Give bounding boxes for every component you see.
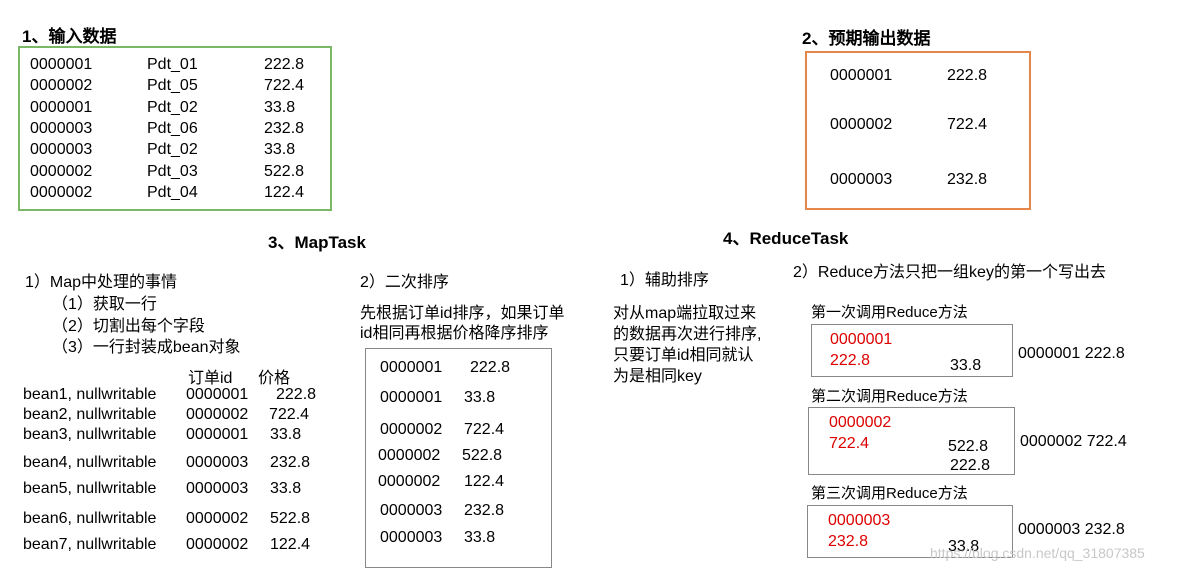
input-row-cell: 0000003	[30, 119, 93, 137]
output-row-cell: 232.8	[947, 171, 988, 188]
input-data-box: 0000001 Pdt_01 222.8 0000002 Pdt_05 722.4 0000…	[18, 46, 332, 211]
bean-row-cell: 0000002	[186, 536, 249, 553]
output-title: 2、预期输出数据	[802, 29, 931, 48]
sorted-row-cell: 0000003	[380, 502, 443, 519]
sorted-row-cell: 522.8	[462, 447, 503, 464]
bean-row-cell: 33.8	[270, 480, 302, 497]
maptask-title: 3、MapTask	[268, 233, 366, 252]
output-row-cell: 0000001	[830, 67, 893, 84]
input-row-cell: Pdt_03	[147, 162, 198, 180]
output-row-cell: 0000003	[830, 171, 893, 188]
bean-row-cell: 0000003	[186, 480, 249, 497]
output-row-cell: 222.8	[947, 67, 988, 84]
reduce-call-2-key: 0000002	[829, 414, 892, 431]
input-row-cell: 522.8	[264, 162, 305, 180]
bean-row-cell: bean3, nullwritable	[23, 426, 157, 443]
sorted-row-cell: 0000003	[380, 529, 443, 546]
reduce-call-2-first-value: 722.4	[829, 435, 870, 452]
input-row-cell: 0000002	[30, 77, 93, 95]
reduce-call-3-result: 0000003 232.8	[1018, 521, 1125, 538]
bean-row-cell: bean1, nullwritable	[23, 386, 157, 403]
reduce-step1-heading: 1）辅助排序	[620, 272, 709, 289]
col-header-price: 价格	[258, 370, 291, 387]
reduce-call-3-first-value: 232.8	[828, 533, 869, 550]
bean-row-cell: bean5, nullwritable	[23, 480, 157, 497]
output-data-box: 0000001 222.8 0000002 722.4 0000003 232.8	[805, 51, 1031, 210]
input-row-cell: 0000002	[30, 162, 93, 180]
bean-row-cell: bean7, nullwritable	[23, 536, 157, 553]
input-row-cell: Pdt_04	[147, 183, 198, 201]
watermark: https://blog.csdn.net/qq_31807385	[930, 545, 1145, 561]
sorted-row-cell: 122.4	[464, 473, 505, 490]
bean-row-cell: 0000003	[186, 454, 249, 471]
sorted-row-cell: 33.8	[464, 389, 496, 406]
reduce-call-3-label: 第三次调用Reduce方法	[811, 485, 968, 502]
input-row-cell: 232.8	[264, 119, 305, 137]
sorted-row-cell: 33.8	[464, 529, 496, 546]
reduce-call-3-key: 0000003	[828, 512, 891, 529]
reduce-step2-heading: 2）Reduce方法只把一组key的第一个写出去	[793, 264, 1106, 281]
reduce-call-1-first-value: 222.8	[830, 352, 871, 369]
reduce-call-1-result: 0000001 222.8	[1018, 345, 1125, 362]
map-step1-item-1: （1）获取一行	[52, 296, 157, 313]
output-row-cell: 0000002	[830, 116, 893, 133]
input-title: 1、输入数据	[22, 27, 117, 46]
bean-row-cell: 0000001	[186, 386, 249, 403]
input-row-cell: 33.8	[264, 98, 296, 116]
sorted-row-cell: 0000001	[380, 359, 443, 376]
reduce-call-2-box: 0000002 722.4 522.8 222.8	[808, 407, 1015, 475]
sorted-row-cell: 0000001	[380, 389, 443, 406]
reduce-call-1-key: 0000001	[830, 331, 893, 348]
bean-row-cell: 33.8	[270, 426, 302, 443]
sorted-row-cell: 0000002	[380, 421, 443, 438]
bean-row-cell: 722.4	[269, 406, 310, 423]
input-row-cell: Pdt_02	[147, 98, 198, 116]
input-row-cell: 122.4	[264, 183, 305, 201]
input-row-cell: 722.4	[264, 77, 305, 95]
reduce-call-2-other-value-1: 522.8	[948, 438, 989, 455]
col-header-order-id: 订单id	[188, 370, 233, 387]
input-row-cell: Pdt_01	[147, 56, 198, 73]
input-row-cell: 0000001	[30, 56, 93, 73]
sorted-row-cell: 222.8	[470, 359, 511, 376]
bean-row-cell: bean6, nullwritable	[23, 510, 157, 527]
bean-row-cell: 0000002	[186, 510, 249, 527]
map-step1-item-3: （3）一行封装成bean对象	[52, 339, 241, 356]
bean-row-cell: bean2, nullwritable	[23, 406, 157, 423]
input-row-cell: 222.8	[264, 56, 305, 73]
sorted-row-cell: 0000002	[378, 447, 441, 464]
reduce-call-2-result: 0000002 722.4	[1020, 433, 1127, 450]
bean-row-cell: 522.8	[270, 510, 311, 527]
bean-row-cell: 0000002	[186, 406, 249, 423]
sorted-row-cell: 0000002	[378, 473, 441, 490]
bean-row-cell: 232.8	[270, 454, 311, 471]
input-row-cell: 0000001	[30, 98, 93, 116]
reduce-call-1-box: 0000001 222.8 33.8	[811, 324, 1013, 377]
input-row-cell: Pdt_05	[147, 77, 198, 95]
sorted-data-box: 0000001 222.8 0000001 33.8 0000002 722.4 00000…	[365, 348, 552, 568]
input-row-cell: 33.8	[264, 141, 296, 159]
sorted-row-cell: 232.8	[464, 502, 505, 519]
bean-row-cell: bean4, nullwritable	[23, 454, 157, 471]
reduce-call-1-label: 第一次调用Reduce方法	[811, 304, 968, 321]
reduce-call-2-other-value-2: 222.8	[950, 457, 991, 474]
input-row-cell: Pdt_02	[147, 141, 198, 159]
reduce-call-1-other-value: 33.8	[950, 357, 982, 374]
input-row-cell: 0000002	[30, 183, 93, 201]
output-row-cell: 722.4	[947, 116, 988, 133]
map-step1-heading: 1）Map中处理的事情	[25, 274, 178, 291]
reduce-call-2-label: 第二次调用Reduce方法	[811, 388, 968, 405]
input-row-cell: Pdt_06	[147, 119, 198, 137]
sorted-row-cell: 722.4	[464, 421, 505, 438]
bean-row-cell: 0000001	[186, 426, 249, 443]
reducetask-title: 4、ReduceTask	[723, 229, 849, 248]
map-step2-desc-line2: id相同再根据价格降序排序	[360, 325, 549, 342]
bean-row-cell: 122.4	[270, 536, 311, 553]
map-step2-heading: 2）二次排序	[360, 274, 449, 291]
reduce-step1-desc-line4: 为是相同key	[613, 368, 702, 385]
bean-row-cell: 222.8	[276, 386, 317, 403]
input-row-cell: 0000003	[30, 141, 93, 159]
